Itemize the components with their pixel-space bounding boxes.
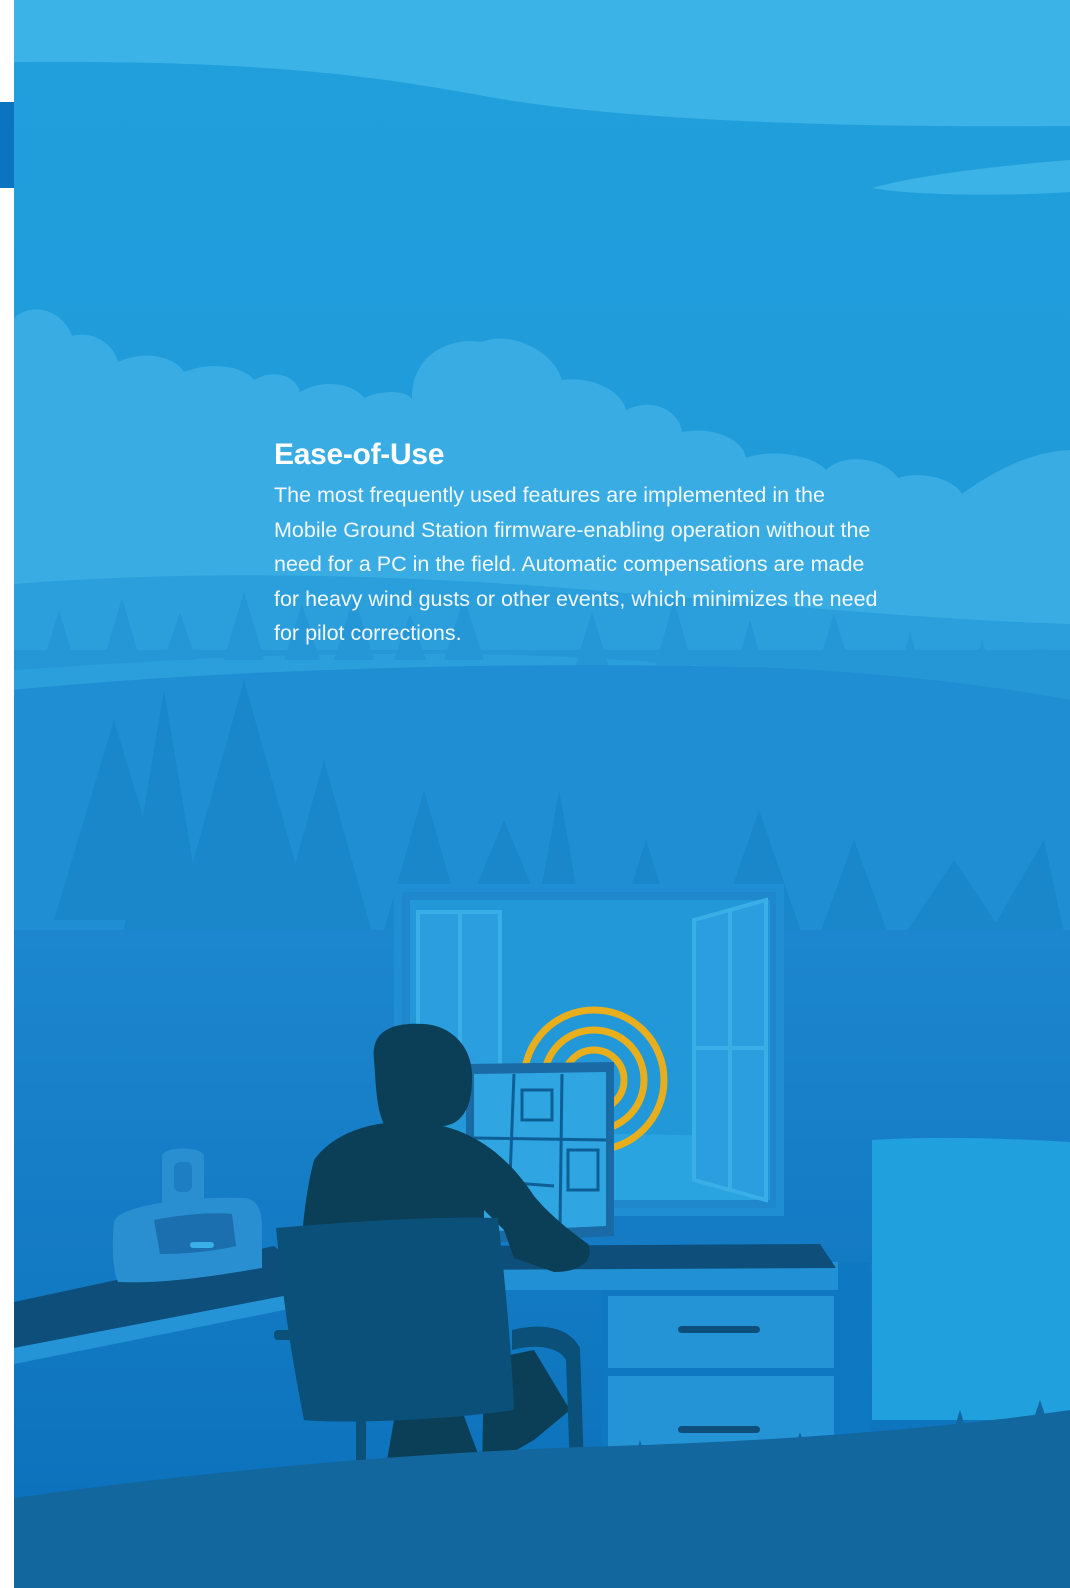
drawer-handle-bottom <box>678 1426 760 1433</box>
ease-of-use-section: Ease-of-Use The most frequently used fea… <box>274 438 894 651</box>
page: Ease-of-Use The most frequently used fea… <box>14 0 1070 1588</box>
drawer-handle-top <box>678 1326 760 1333</box>
illustration <box>14 0 1070 1588</box>
section-body: The most frequently used features are im… <box>274 483 878 645</box>
section-heading: Ease-of-Use <box>274 438 445 471</box>
right-field <box>872 1137 1070 1420</box>
page-edge-tab <box>0 102 14 188</box>
